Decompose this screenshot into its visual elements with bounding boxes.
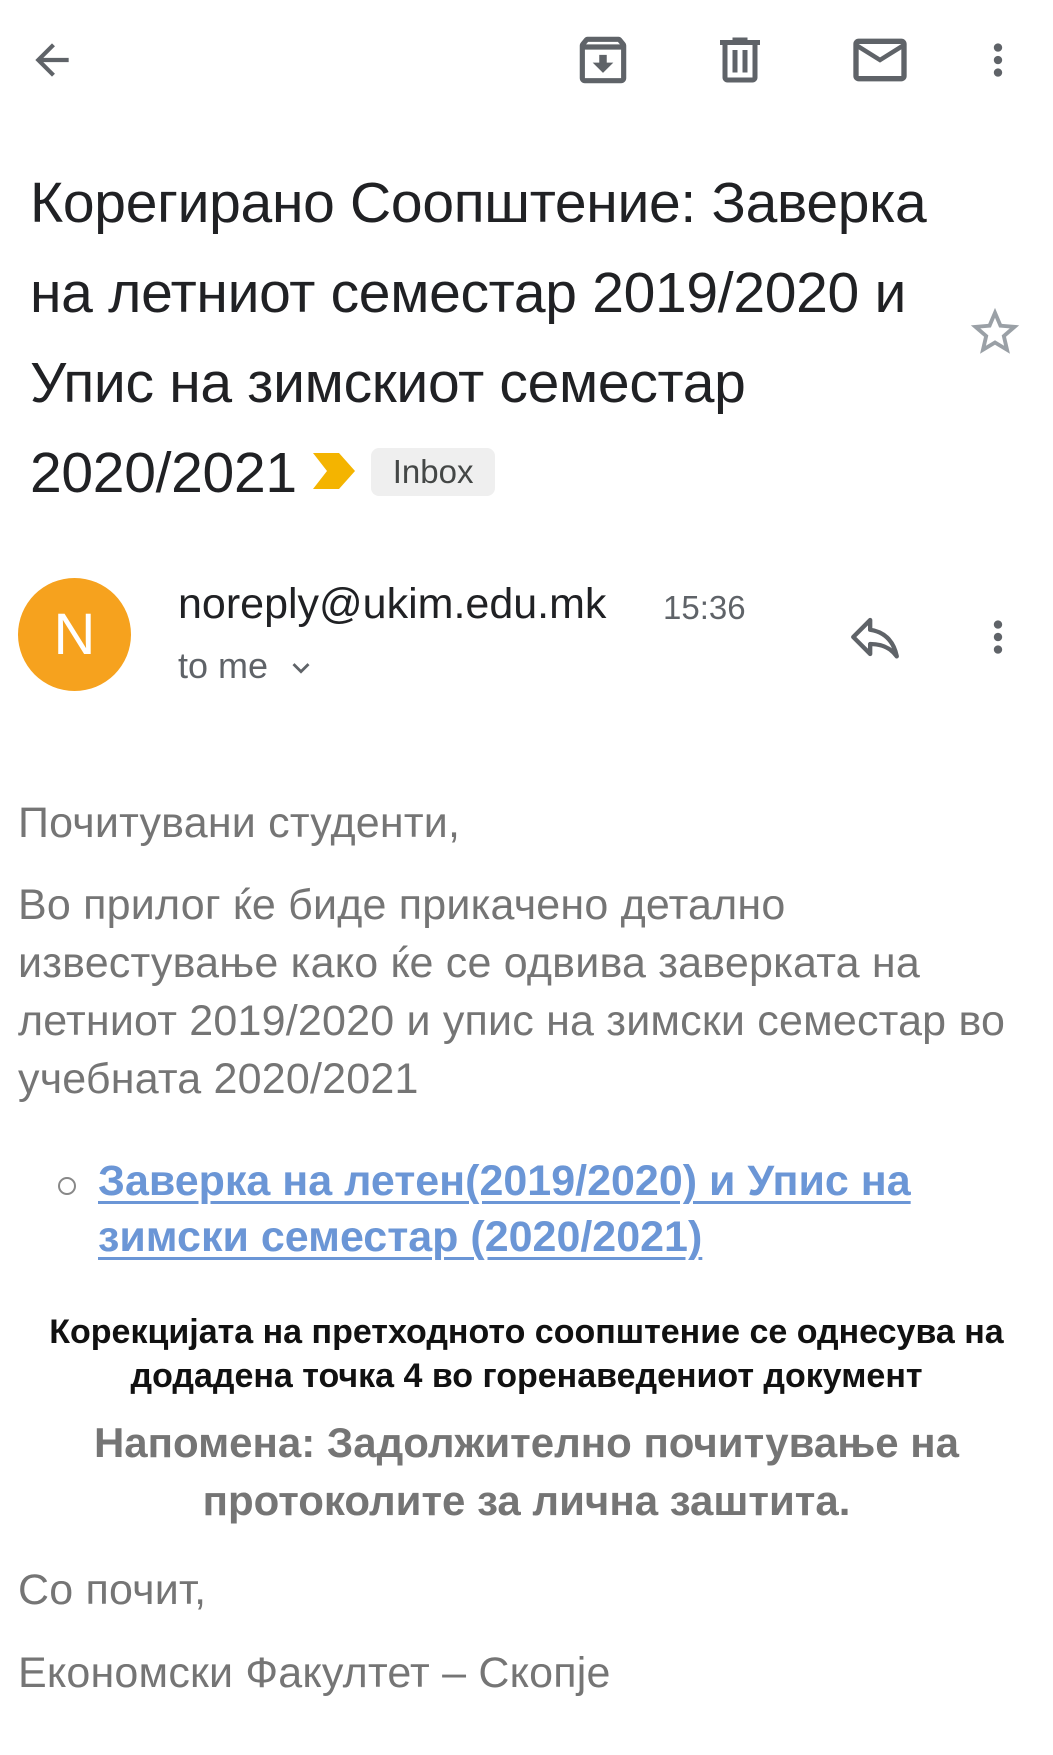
closing-text: Со почит,: [18, 1566, 207, 1614]
message-more-options-button[interactable]: [958, 597, 1038, 677]
attachment-list: Заверка на летен(2019/2020) и Упис на зи…: [58, 1153, 1018, 1265]
sender-address[interactable]: noreply@ukim.edu.mk: [178, 578, 606, 630]
signature-text: Економски Факултет – Скопје: [18, 1649, 611, 1697]
importance-marker-icon[interactable]: [311, 427, 357, 517]
attachment-link[interactable]: Заверка на летен(2019/2020) и Упис на зи…: [98, 1153, 1018, 1265]
more-vert-icon: [993, 43, 1003, 77]
inbox-label-chip[interactable]: Inbox: [370, 447, 496, 496]
mark-unread-button[interactable]: [840, 20, 920, 100]
received-time: 15:36: [663, 589, 746, 626]
star-button[interactable]: [955, 292, 1035, 372]
greeting-text: Почитувани студенти,: [18, 799, 461, 847]
intro-paragraph: Во прилог ќе биде прикачено детално изве…: [18, 881, 1006, 1103]
email-subject-block: Корегирано Соопштение: Заверка на летнио…: [30, 158, 930, 518]
reply-button[interactable]: [835, 597, 915, 677]
archive-icon: [579, 36, 627, 84]
back-arrow-icon: [35, 43, 69, 77]
back-button[interactable]: [12, 20, 92, 100]
recipient-label: to me: [178, 645, 269, 686]
sender-avatar[interactable]: N: [18, 578, 131, 691]
delete-button[interactable]: [700, 20, 780, 100]
mark-unread-icon: [853, 38, 907, 82]
recipient-details-toggle[interactable]: to me: [178, 642, 318, 690]
delete-icon: [720, 37, 760, 83]
chevron-down-icon: [292, 663, 310, 674]
archive-button[interactable]: [563, 20, 643, 100]
top-app-bar: [0, 0, 1053, 126]
star-outline-icon: [970, 307, 1020, 354]
list-bullet: [58, 1177, 76, 1195]
reply-icon: [851, 617, 899, 659]
correction-notice: Корекцијата на претходното соопштение се…: [49, 1313, 1004, 1395]
more-options-button[interactable]: [958, 20, 1038, 100]
more-vert-icon: [993, 620, 1003, 654]
safety-note: Напомена: Задолжително почитување на про…: [93, 1419, 960, 1524]
